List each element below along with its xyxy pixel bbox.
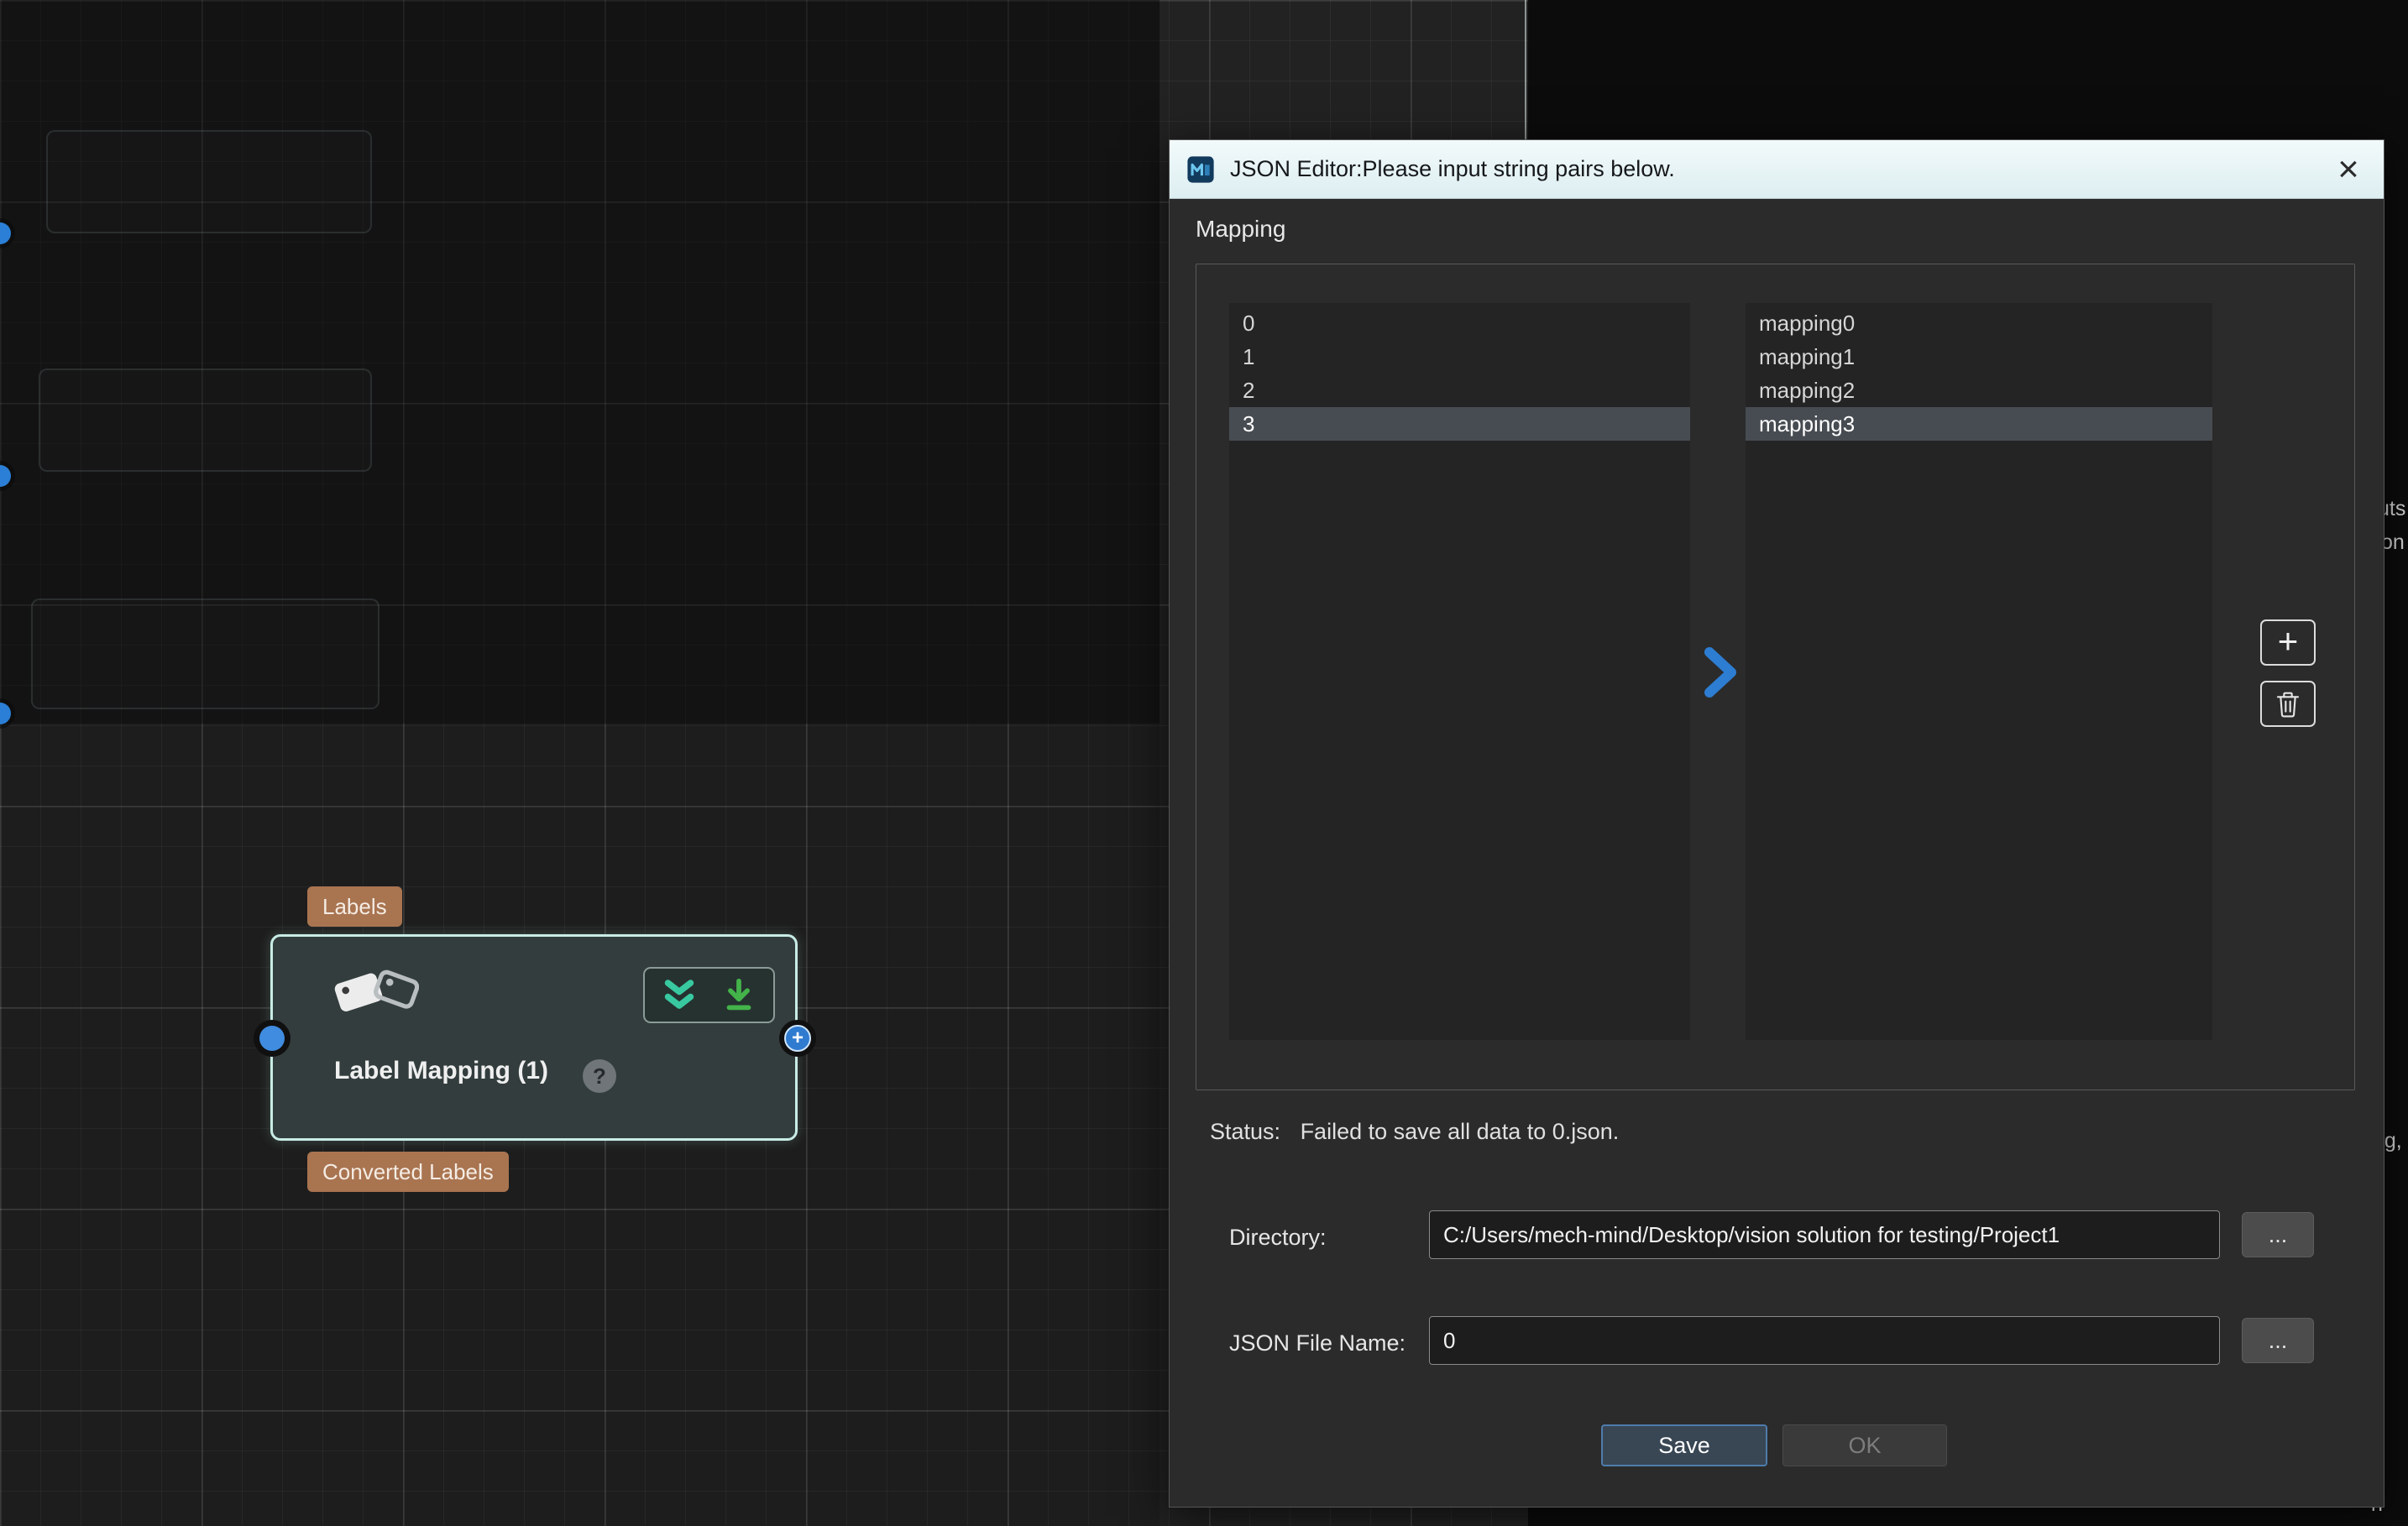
list-item[interactable]: mapping3: [1746, 407, 2212, 441]
json-file-name-label: JSON File Name:: [1229, 1330, 1406, 1356]
mapping-values-list[interactable]: mapping0mapping1mapping2mapping3: [1746, 303, 2212, 1040]
json-file-name-input[interactable]: [1429, 1316, 2220, 1365]
list-item[interactable]: 0: [1229, 306, 1690, 340]
screen: uts on ng, n Labels: [0, 0, 2408, 1526]
double-chevron-down-icon: [659, 975, 699, 1016]
status-label: Status:: [1210, 1119, 1280, 1144]
close-icon[interactable]: ×: [2325, 140, 2372, 199]
trash-icon: [2275, 689, 2301, 719]
node-title: Label Mapping (1): [334, 1057, 548, 1085]
download-arrow-button[interactable]: [713, 971, 765, 1020]
status-message: Failed to save all data to 0.json.: [1301, 1119, 1620, 1144]
app-logo-icon: [1186, 155, 1215, 184]
json-editor-dialog: JSON Editor:Please input string pairs be…: [1169, 139, 2384, 1508]
help-badge[interactable]: ?: [583, 1059, 616, 1093]
dialog-title: JSON Editor:Please input string pairs be…: [1230, 156, 1675, 182]
clipped-text: on: [2381, 530, 2405, 555]
mapping-section-label: Mapping: [1196, 216, 1285, 243]
status-row: Status: Failed to save all data to 0.jso…: [1210, 1119, 1619, 1145]
node-header-buttons: [643, 967, 775, 1023]
list-item[interactable]: mapping1: [1746, 340, 2212, 374]
background-node-outline: [46, 130, 372, 233]
window-edge-line: [1525, 0, 1526, 139]
list-item[interactable]: mapping2: [1746, 374, 2212, 407]
directory-input[interactable]: [1429, 1210, 2220, 1259]
list-item[interactable]: 2: [1229, 374, 1690, 407]
background-node-outline: [31, 598, 380, 709]
list-item[interactable]: 3: [1229, 407, 1690, 441]
input-connector[interactable]: [259, 1026, 285, 1051]
input-port-label: Labels: [307, 886, 402, 927]
mapping-keys-list[interactable]: 0123: [1229, 303, 1690, 1040]
directory-browse-button[interactable]: ...: [2242, 1212, 2314, 1257]
directory-label: Directory:: [1229, 1225, 1327, 1251]
save-button[interactable]: Save: [1601, 1424, 1767, 1466]
delete-mapping-button[interactable]: [2260, 681, 2316, 727]
label-mapping-node[interactable]: Label Mapping (1) ?: [270, 934, 798, 1141]
output-connector-plus[interactable]: +: [784, 1025, 811, 1052]
download-arrow-icon: [720, 976, 758, 1015]
ok-button[interactable]: OK: [1782, 1424, 1947, 1466]
background-node-outline: [39, 368, 372, 472]
json-file-browse-button[interactable]: ...: [2242, 1318, 2314, 1363]
add-mapping-button[interactable]: +: [2260, 619, 2316, 666]
tags-icon: [332, 957, 419, 1032]
list-item[interactable]: mapping0: [1746, 306, 2212, 340]
transfer-chevron-icon[interactable]: [1703, 645, 1740, 699]
output-port-label: Converted Labels: [307, 1152, 509, 1192]
collapse-chevrons-button[interactable]: [653, 971, 705, 1020]
list-item[interactable]: 1: [1229, 340, 1690, 374]
dialog-titlebar[interactable]: JSON Editor:Please input string pairs be…: [1170, 140, 2384, 199]
